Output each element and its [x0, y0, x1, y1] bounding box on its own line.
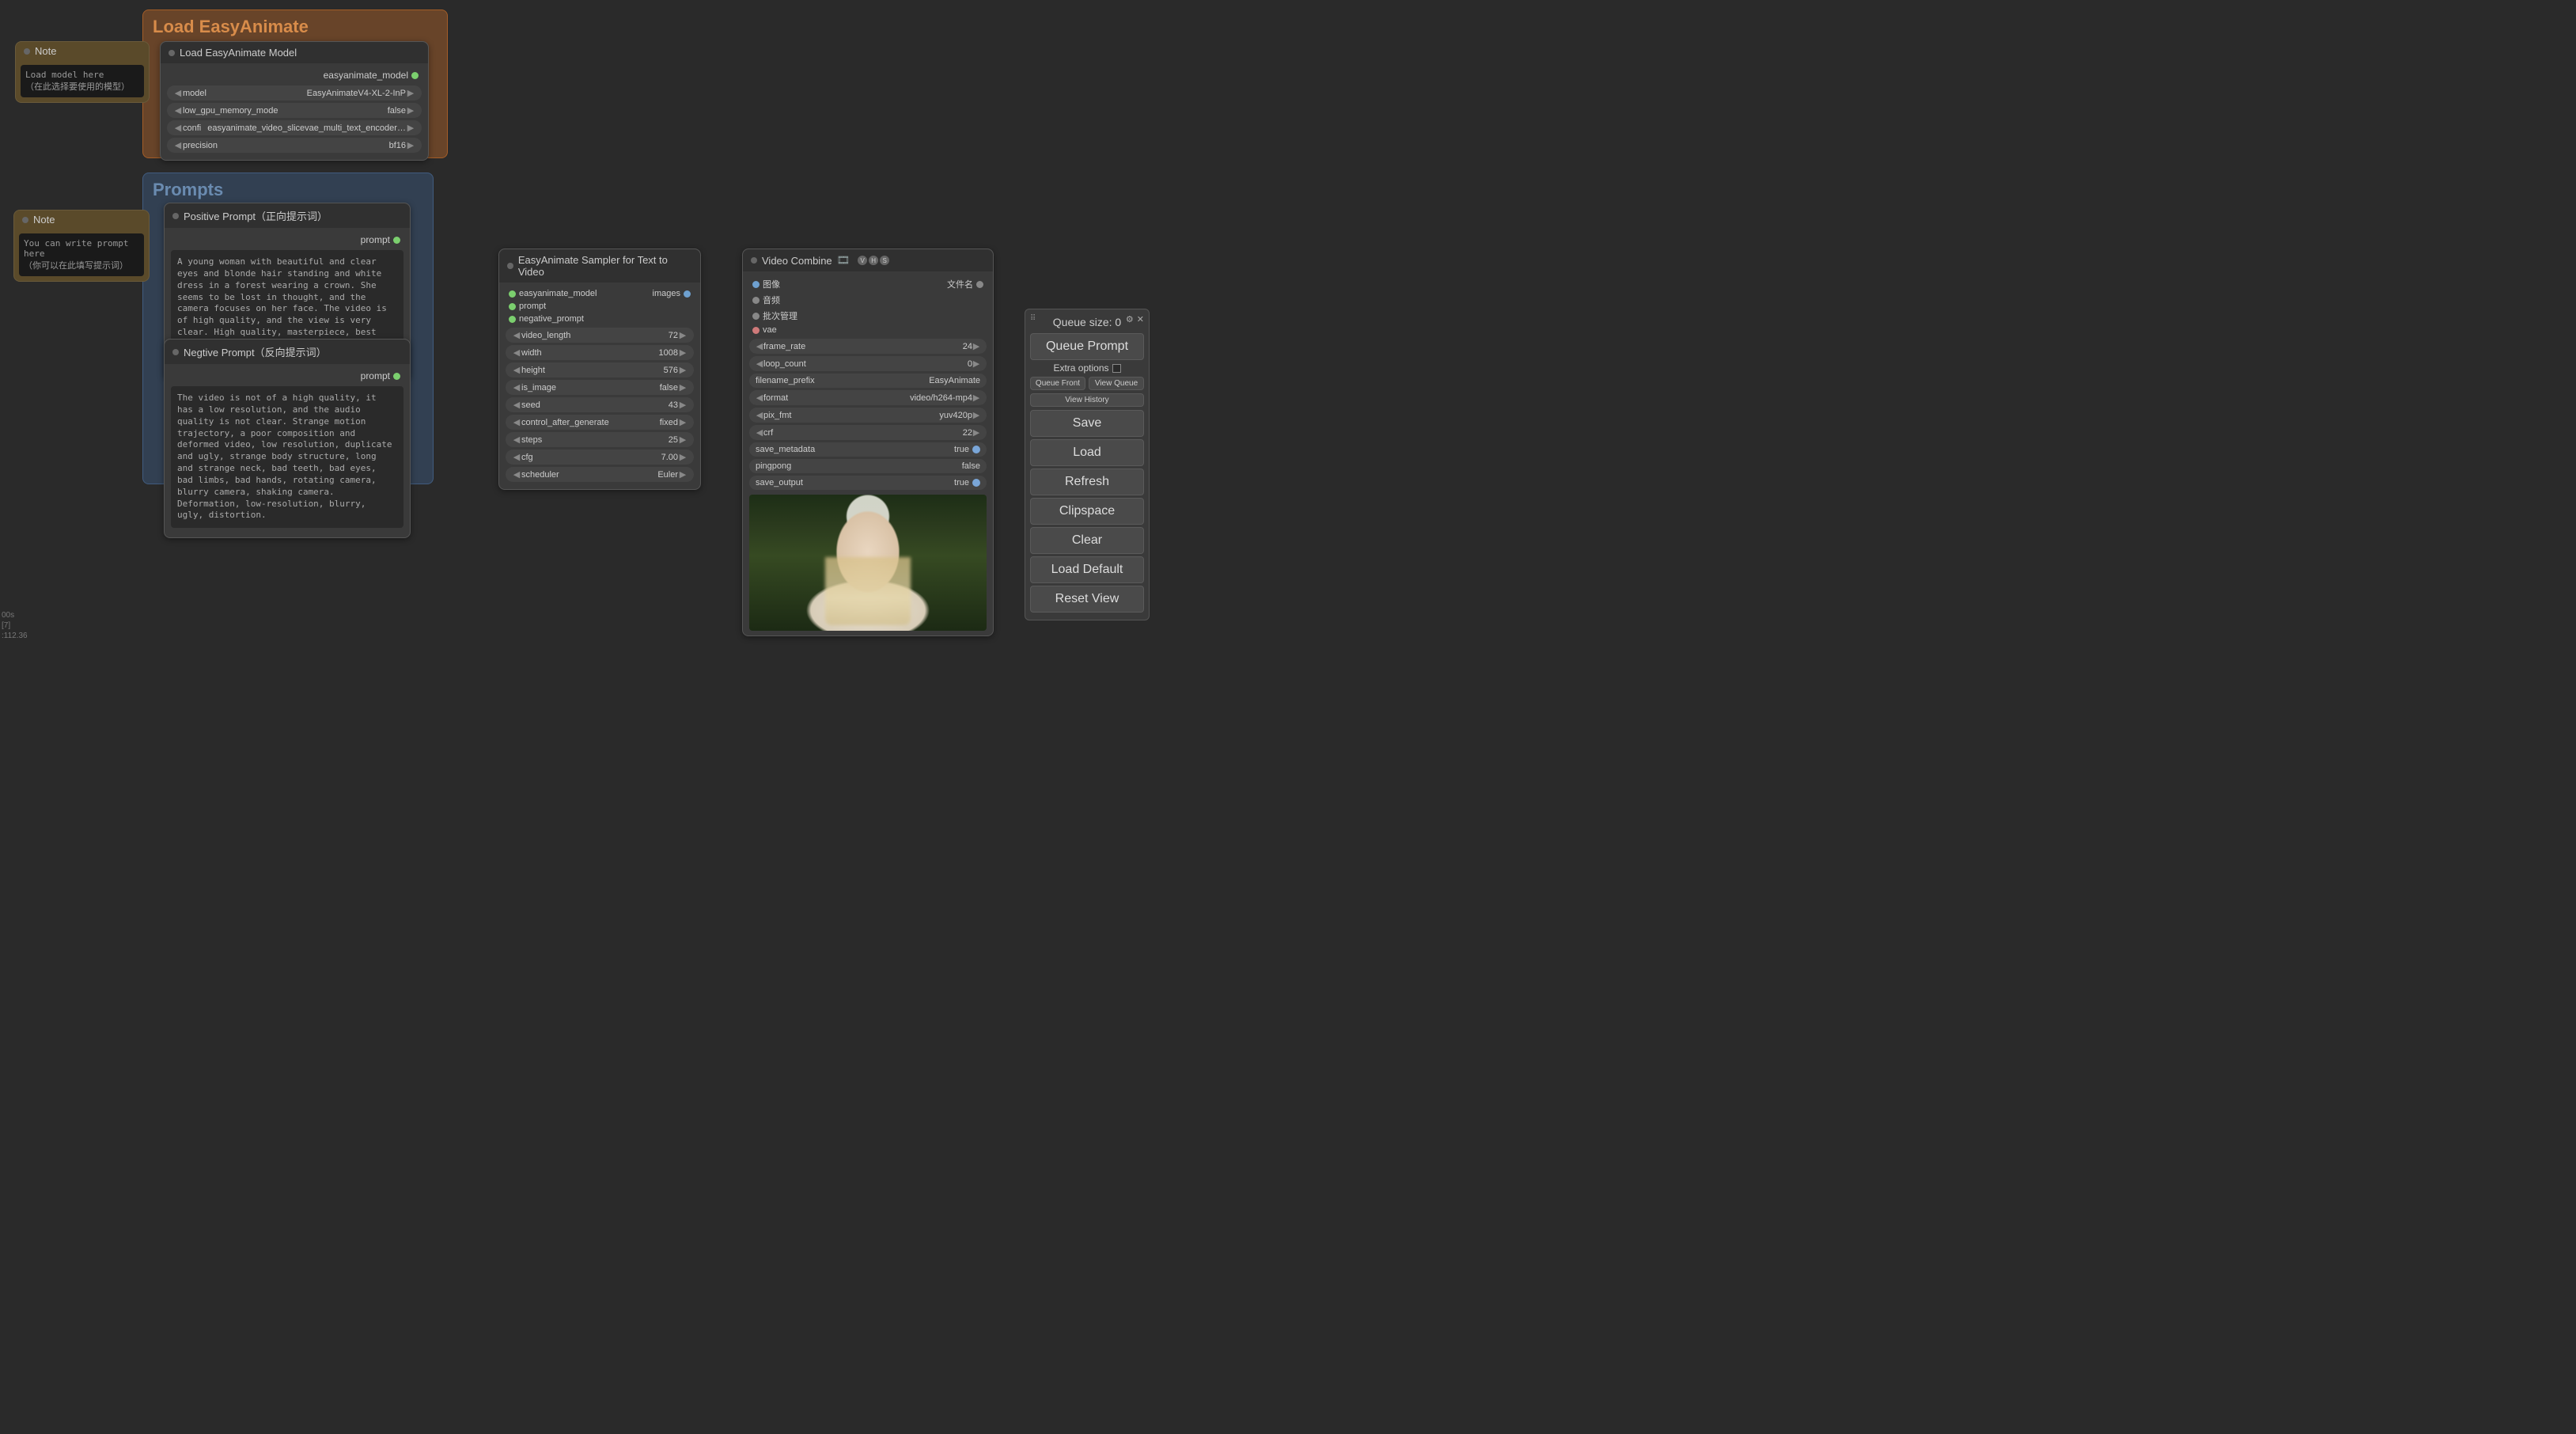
node-negative-prompt[interactable]: Negtive Prompt（反向提示词） prompt The video i…: [164, 339, 411, 538]
vhs-icon: 🎞: [837, 254, 850, 267]
input-port[interactable]: [509, 316, 516, 323]
field-video-length[interactable]: ◀video_length72▶: [506, 328, 694, 343]
field-crf[interactable]: ◀crf22▶: [749, 425, 987, 440]
status-text: 00s [7] :112.36: [2, 610, 28, 641]
field-model[interactable]: ◀ model EasyAnimateV4-XL-2-InP ▶: [167, 85, 422, 101]
canvas[interactable]: Load EasyAnimate Prompts Note Load model…: [0, 0, 1154, 643]
clear-button[interactable]: Clear: [1030, 527, 1144, 554]
input-port[interactable]: [752, 327, 760, 334]
view-queue-button[interactable]: View Queue: [1089, 377, 1144, 390]
load-default-button[interactable]: Load Default: [1030, 556, 1144, 583]
drag-handle-icon[interactable]: ⠿: [1030, 314, 1036, 323]
queue-front-button[interactable]: Queue Front: [1030, 377, 1085, 390]
field-save-output[interactable]: save_outputtrue: [749, 476, 987, 490]
output-port[interactable]: [393, 237, 400, 244]
node-title: Load EasyAnimate Model: [180, 47, 297, 59]
prompt-textarea[interactable]: The video is not of a high quality, it h…: [171, 386, 403, 528]
chevron-right-icon[interactable]: ▶: [406, 88, 415, 98]
field-width[interactable]: ◀width1008▶: [506, 345, 694, 360]
extra-options-label: Extra options: [1053, 362, 1108, 374]
field-format[interactable]: ◀formatvideo/h264-mp4▶: [749, 390, 987, 405]
gear-icon[interactable]: ⚙: [1126, 314, 1134, 324]
node-header[interactable]: Load EasyAnimate Model: [161, 42, 428, 63]
field-loop-count[interactable]: ◀loop_count0▶: [749, 356, 987, 371]
field-save-metadata[interactable]: save_metadatatrue: [749, 442, 987, 457]
input-port[interactable]: [509, 290, 516, 298]
field-precision[interactable]: ◀precision bf16▶: [167, 138, 422, 153]
node-title: Negtive Prompt（反向提示词）: [184, 344, 327, 359]
toggle-icon: [972, 446, 980, 453]
queue-prompt-button[interactable]: Queue Prompt: [1030, 333, 1144, 360]
view-history-button[interactable]: View History: [1030, 393, 1144, 407]
field-low-gpu-memory-mode[interactable]: ◀low_gpu_memory_mode false▶: [167, 103, 422, 118]
field-config[interactable]: ◀confi easyanimate_video_slicevae_multi_…: [167, 120, 422, 135]
node-video-combine[interactable]: Video Combine 🎞 V H S 图像 文件名 音频 批次管理 vae…: [742, 248, 994, 636]
field-steps[interactable]: ◀steps25▶: [506, 432, 694, 447]
note-text[interactable]: Load model here （在此选择要使用的模型）: [21, 65, 144, 97]
note-node-prompt[interactable]: Note You can write prompt here （你可以在此填写提…: [13, 210, 150, 282]
node-easyanimate-sampler[interactable]: EasyAnimate Sampler for Text to Video ea…: [498, 248, 701, 490]
node-title: Video Combine: [762, 255, 832, 267]
reset-view-button[interactable]: Reset View: [1030, 586, 1144, 613]
note-text[interactable]: You can write prompt here （你可以在此填写提示词）: [19, 233, 144, 276]
output-port[interactable]: [411, 72, 419, 79]
save-button[interactable]: Save: [1030, 410, 1144, 437]
video-preview[interactable]: [749, 495, 987, 631]
extra-options-checkbox[interactable]: [1112, 364, 1121, 373]
close-icon[interactable]: ✕: [1137, 314, 1144, 324]
field-pix-fmt[interactable]: ◀pix_fmtyuv420p▶: [749, 408, 987, 423]
field-seed[interactable]: ◀seed43▶: [506, 397, 694, 412]
field-control-after-generate[interactable]: ◀control_after_generatefixed▶: [506, 415, 694, 430]
field-height[interactable]: ◀height576▶: [506, 362, 694, 377]
note-title: Note: [35, 45, 56, 57]
control-panel[interactable]: ⠿ ⚙ ✕ Queue size: 0 Queue Prompt Extra o…: [1025, 309, 1150, 620]
field-frame-rate[interactable]: ◀frame_rate24▶: [749, 339, 987, 354]
group-title: Load EasyAnimate: [146, 13, 444, 40]
output-port[interactable]: [976, 281, 983, 288]
node-title: Positive Prompt（正向提示词）: [184, 208, 328, 223]
field-is-image[interactable]: ◀is_imagefalse▶: [506, 380, 694, 395]
refresh-button[interactable]: Refresh: [1030, 469, 1144, 495]
field-scheduler[interactable]: ◀schedulerEuler▶: [506, 467, 694, 482]
output-port[interactable]: [393, 373, 400, 380]
note-title: Note: [33, 214, 55, 226]
clipspace-button[interactable]: Clipspace: [1030, 498, 1144, 525]
node-load-easyanimate-model[interactable]: Load EasyAnimate Model easyanimate_model…: [160, 41, 429, 161]
input-port[interactable]: [509, 303, 516, 310]
group-title: Prompts: [146, 176, 430, 203]
output-port[interactable]: [684, 290, 691, 298]
node-title: EasyAnimate Sampler for Text to Video: [518, 254, 692, 278]
vhs-badges: V H S: [858, 256, 889, 265]
field-cfg[interactable]: ◀cfg7.00▶: [506, 450, 694, 465]
input-port[interactable]: [752, 297, 760, 304]
toggle-icon: [972, 479, 980, 487]
load-button[interactable]: Load: [1030, 439, 1144, 466]
input-port[interactable]: [752, 313, 760, 320]
field-filename-prefix[interactable]: filename_prefixEasyAnimate: [749, 374, 987, 388]
input-port[interactable]: [752, 281, 760, 288]
output-label: easyanimate_model: [324, 70, 408, 81]
chevron-left-icon[interactable]: ◀: [173, 88, 183, 98]
field-pingpong[interactable]: pingpongfalse: [749, 459, 987, 473]
note-node-load-model[interactable]: Note Load model here （在此选择要使用的模型）: [15, 41, 150, 103]
